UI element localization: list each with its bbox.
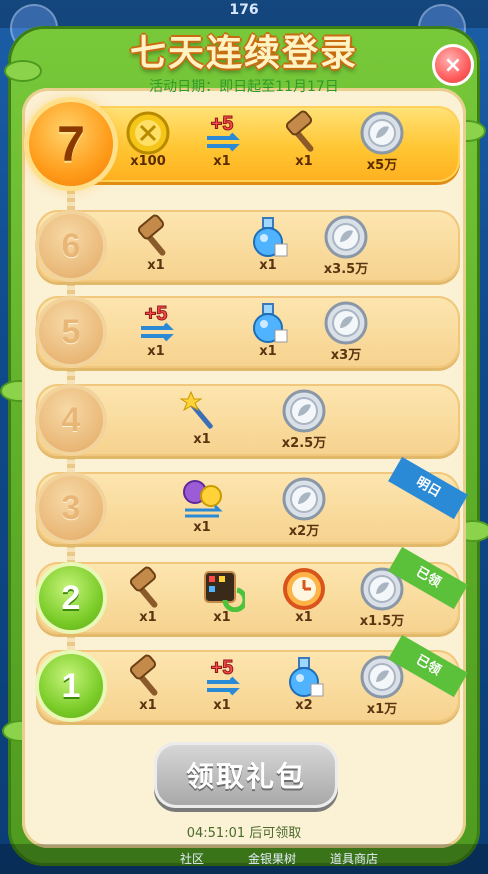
svg-text:+5: +5 — [211, 113, 234, 135]
reward-item: x1 — [113, 566, 183, 625]
reward-item: x1 — [269, 566, 339, 625]
hammer-icon — [125, 566, 171, 612]
silver-coin-icon — [359, 110, 405, 156]
day-badge-2: 2 — [39, 566, 103, 630]
reward-quantity: x3万 — [330, 348, 362, 363]
reward-quantity: x2 — [295, 698, 313, 713]
reward-item: +5 x1 — [121, 300, 191, 359]
reward-item: x2.5万 — [269, 388, 339, 451]
day-badge-3: 3 — [39, 476, 103, 540]
claim-gift-button[interactable]: 领取礼包 — [154, 742, 338, 808]
clock-icon — [281, 566, 327, 612]
reward-item: x2万 — [269, 476, 339, 539]
reward-item: x1 — [167, 388, 237, 447]
reward-quantity: x1 — [139, 698, 157, 713]
svg-text:+5: +5 — [145, 303, 168, 325]
reward-item: x1 — [187, 566, 257, 625]
hammer-icon — [133, 214, 179, 260]
reward-item: x1 — [113, 654, 183, 713]
reward-quantity: x1 — [295, 610, 313, 625]
reward-item: x1 — [233, 214, 303, 273]
plus-five-moves-icon: +5 — [133, 300, 179, 346]
day-number: 3 — [61, 488, 81, 527]
day-number: 2 — [61, 578, 81, 617]
reward-item: x2 — [269, 654, 339, 713]
reward-quantity: x1 — [147, 258, 165, 273]
bottom-nav-community[interactable]: 社区 — [180, 850, 204, 867]
reward-quantity: x3.5万 — [323, 262, 369, 277]
day-number: 1 — [61, 666, 81, 705]
reward-quantity: x1 — [147, 344, 165, 359]
event-date: 活动日期：即日起至11月17日 — [149, 79, 339, 95]
day-badge-1: 1 — [39, 654, 103, 718]
reward-item: +5 x1 — [187, 654, 257, 713]
day-number: 4 — [61, 400, 81, 439]
day-number: 5 — [61, 312, 81, 351]
top-score: 176 — [229, 2, 259, 18]
reward-item: x5万 — [347, 110, 417, 173]
reward-quantity: x2万 — [288, 524, 320, 539]
svg-text:+5: +5 — [211, 657, 234, 679]
plus-five-moves-icon: +5 — [199, 654, 245, 700]
reward-quantity: x1 — [213, 154, 231, 169]
reward-quantity: x1 — [213, 610, 231, 625]
silver-coin-icon — [323, 300, 369, 346]
reward-quantity: x1.5万 — [359, 614, 405, 629]
reward-item: x1 — [233, 300, 303, 359]
reward-quantity: x1 — [259, 258, 277, 273]
reward-item: x100 — [113, 110, 183, 169]
reward-quantity: x5万 — [366, 158, 398, 173]
reward-quantity: x1 — [193, 432, 211, 447]
reward-quantity: x1万 — [366, 702, 398, 717]
day-badge-4: 4 — [39, 388, 103, 452]
hammer-icon — [281, 110, 327, 156]
reward-quantity: x2.5万 — [281, 436, 327, 451]
reward-quantity: x100 — [130, 154, 166, 169]
day-badge-5: 5 — [39, 300, 103, 364]
reward-quantity: x1 — [295, 154, 313, 169]
panel-title: 七天连续登录 — [129, 33, 358, 74]
reward-item: x3万 — [311, 300, 381, 363]
plus-five-moves-icon: +5 — [199, 110, 245, 156]
reward-item: x1 — [167, 476, 237, 535]
reward-item: +5 x1 — [187, 110, 257, 169]
refresh-board-icon — [199, 566, 248, 613]
silver-coin-icon — [281, 388, 327, 434]
bottom-nav-fruit-tree[interactable]: 金银果树 — [248, 850, 296, 867]
claim-countdown: 04:51:01 后可领取 — [186, 826, 302, 841]
reward-item: x3.5万 — [311, 214, 381, 277]
potion-icon — [245, 300, 291, 346]
animal-bundle-icon — [179, 476, 225, 522]
reward-quantity: x1 — [213, 698, 231, 713]
reward-quantity: x1 — [193, 520, 211, 535]
reward-quantity: x1 — [139, 610, 157, 625]
gold-coin-icon — [125, 110, 171, 156]
day-badge-6: 6 — [39, 214, 103, 278]
reward-item: x1 — [121, 214, 191, 273]
potion-icon — [245, 214, 291, 260]
reward-quantity: x1 — [259, 344, 277, 359]
day-number: 7 — [57, 116, 85, 172]
reward-item: x1 — [269, 110, 339, 169]
silver-coin-icon — [323, 214, 369, 260]
magic-wand-icon — [179, 388, 225, 434]
hammer-icon — [125, 654, 171, 700]
potion-icon — [281, 654, 327, 700]
silver-coin-icon — [281, 476, 327, 522]
day-number: 6 — [61, 226, 81, 265]
day-badge-7: 7 — [29, 102, 113, 186]
bottom-nav: 社区 金银果树 道具商店 — [0, 844, 488, 874]
bottom-nav-shop[interactable]: 道具商店 — [330, 850, 378, 867]
